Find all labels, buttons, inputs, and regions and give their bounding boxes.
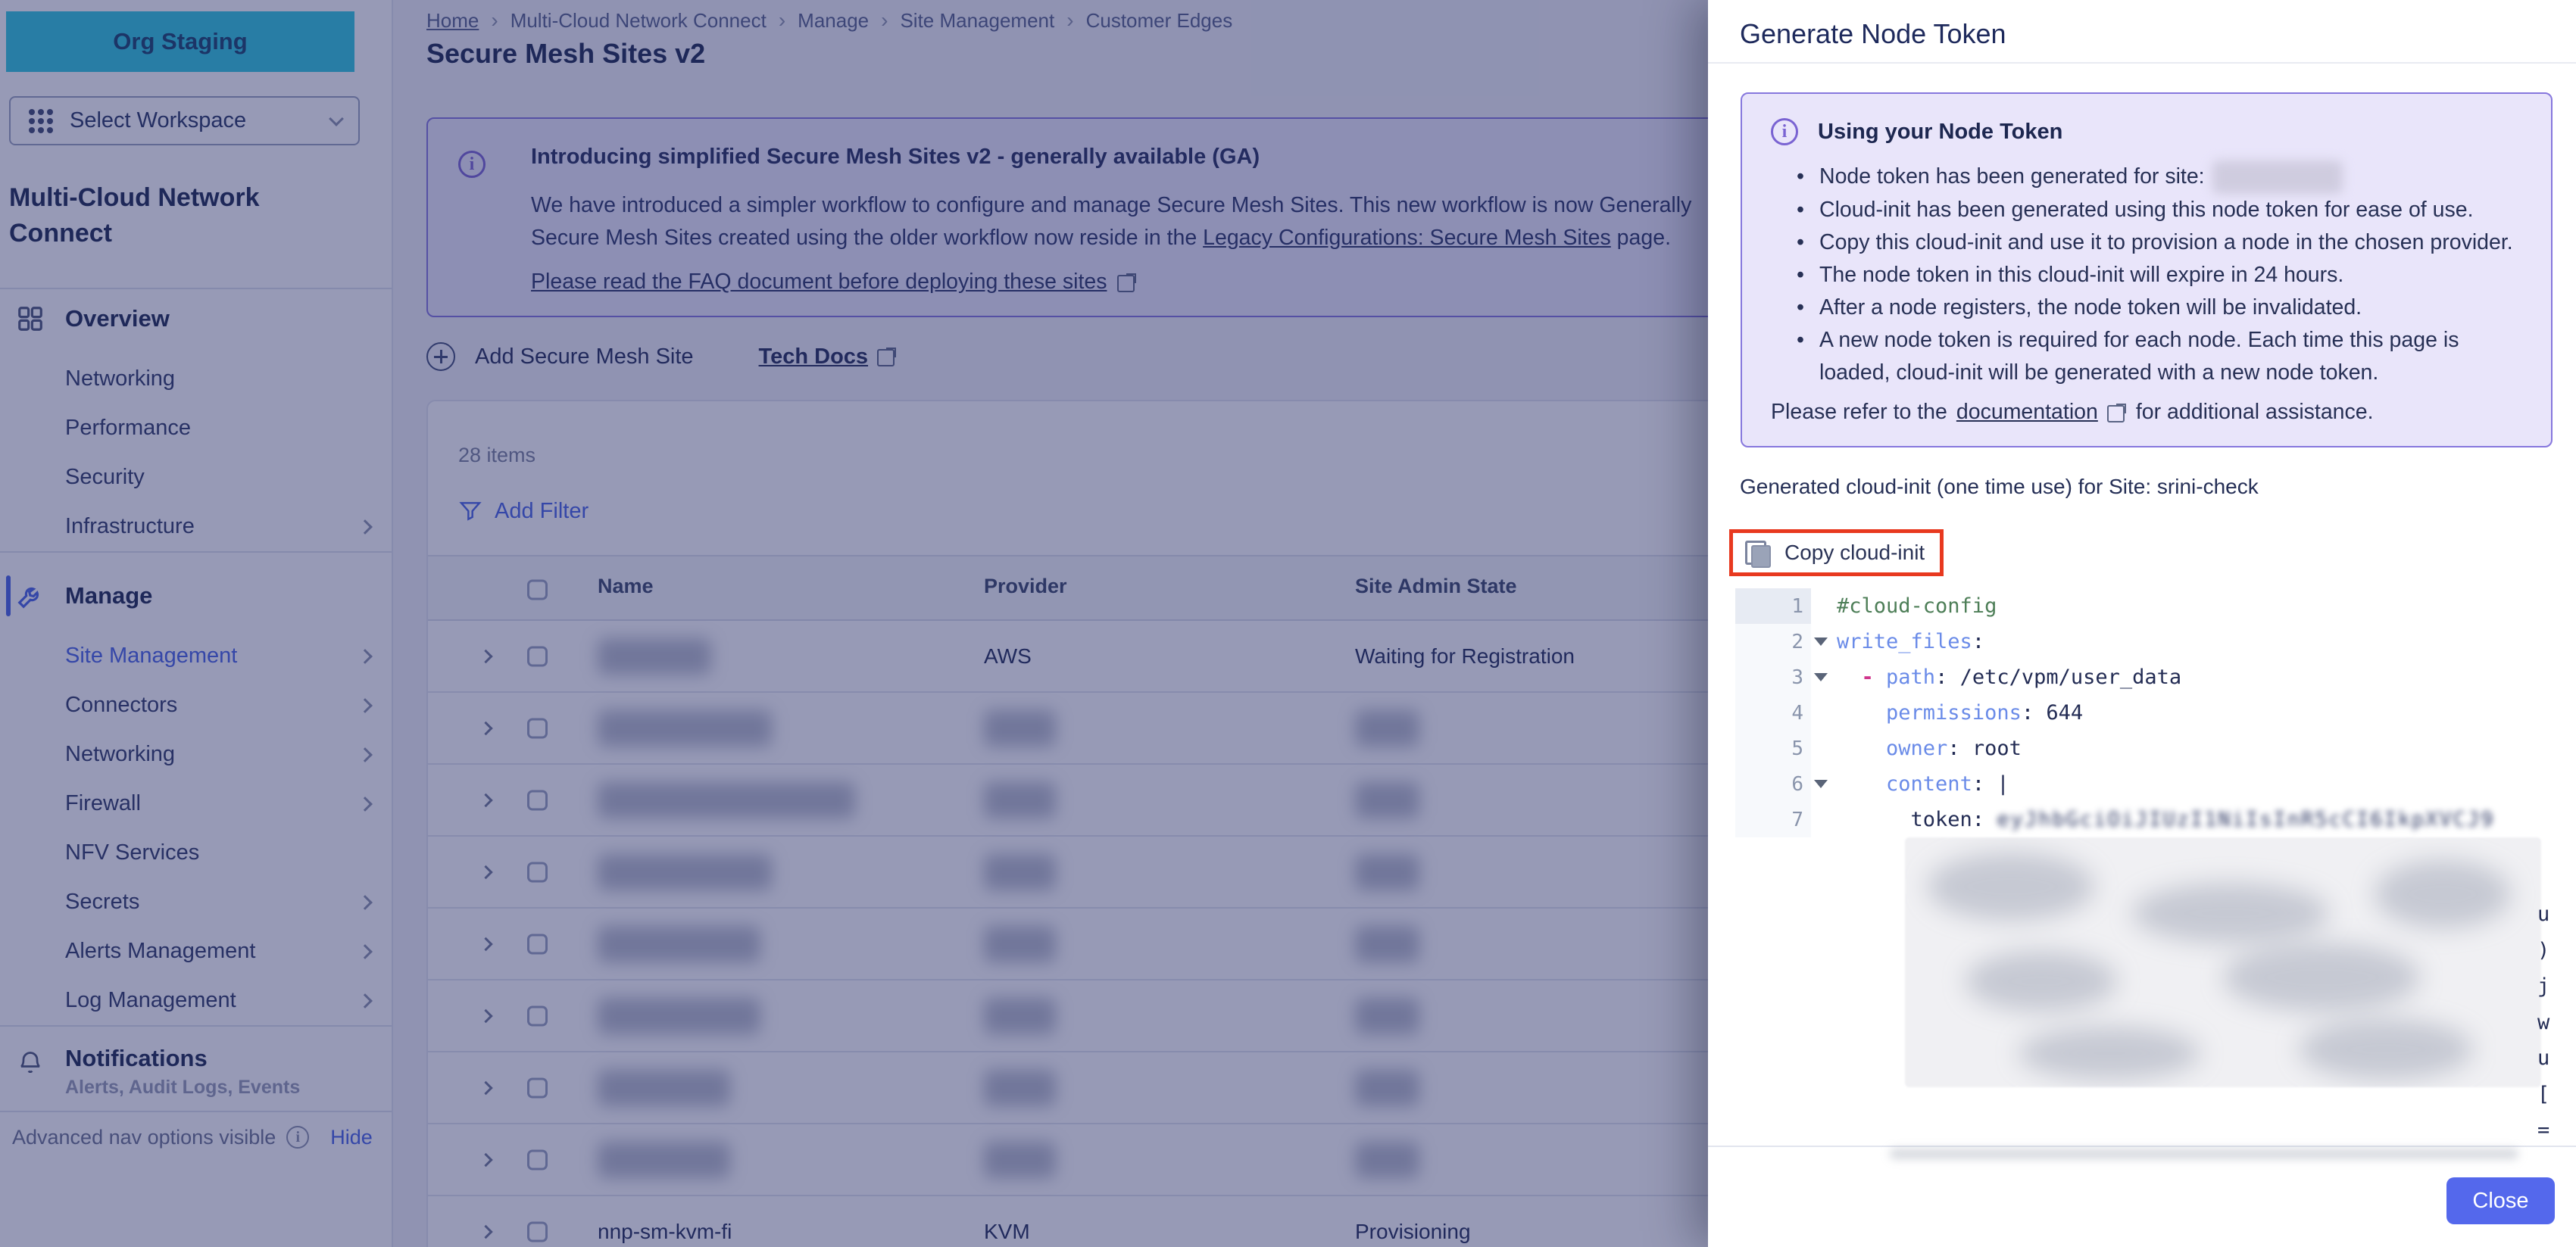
code-line: 7 token: eyJhbGciOiJIUzI1NiIsInR5cCI6Ikp…	[1735, 802, 2576, 837]
bullet-text: The node token in this cloud-init will e…	[1819, 263, 2343, 287]
token-line-ending: =	[2537, 1118, 2549, 1142]
cloud-init-code-block[interactable]: 1#cloud-config2write_files:3 - path: /et…	[1735, 588, 2576, 1087]
annotation-highlight-box: Copy cloud-init	[1729, 529, 1944, 576]
node-token-info-box: i Using your Node Token Node token has b…	[1741, 92, 2553, 447]
code-line: 2write_files:	[1735, 624, 2576, 659]
line-number: 4	[1735, 695, 1811, 731]
code-text: write_files:	[1811, 630, 1984, 653]
redacted-token-text: eyJhbGciOiJIUzI1NiIsInR5cCI6IkpXVCJ9	[1997, 808, 2494, 831]
code-text: #cloud-config	[1811, 594, 1997, 618]
info-box-footer: Please refer to the documentation for ad…	[1771, 400, 2528, 425]
info-bullet: A new node token is required for each no…	[1819, 324, 2528, 389]
generated-cloud-init-label: Generated cloud-init (one time use) for …	[1740, 475, 2576, 499]
divider	[1708, 1146, 2576, 1147]
bullet-text: A new node token is required for each no…	[1819, 328, 2459, 385]
app-screen: Org Staging Select Workspace Multi-Cloud…	[0, 0, 2576, 1247]
redacted-token-block	[1905, 837, 2541, 1087]
info-bullet: Copy this cloud-init and use it to provi…	[1819, 226, 2528, 259]
bullet-text: After a node registers, the node token w…	[1819, 295, 2362, 320]
close-button[interactable]: Close	[2446, 1177, 2555, 1224]
token-line-ending: j	[2537, 974, 2549, 998]
fold-caret-icon[interactable]	[1814, 780, 1828, 788]
line-number: 7	[1735, 802, 1811, 837]
code-text: content: |	[1811, 772, 2009, 796]
fold-caret-icon[interactable]	[1814, 638, 1828, 646]
info-bullet: After a node registers, the node token w…	[1819, 291, 2528, 324]
copy-icon	[1744, 539, 1771, 566]
redacted-code-remnant	[1890, 1149, 2518, 1159]
token-line-ending: )	[2537, 939, 2549, 962]
line-number: 2	[1735, 624, 1811, 659]
token-line-ending: [	[2537, 1083, 2549, 1106]
line-number: 5	[1735, 731, 1811, 766]
line-number: 6	[1735, 766, 1811, 802]
fold-caret-icon[interactable]	[1814, 673, 1828, 681]
generate-node-token-modal: Generate Node Token i Using your Node To…	[1708, 0, 2576, 1247]
info-bullet: The node token in this cloud-init will e…	[1819, 259, 2528, 291]
documentation-link[interactable]: documentation	[1956, 400, 2098, 425]
line-number: 3	[1735, 659, 1811, 695]
code-line: 6 content: |	[1735, 766, 2576, 802]
copy-cloud-init-button[interactable]: Copy cloud-init	[1744, 539, 1925, 566]
token-line-ending: u	[2537, 903, 2549, 926]
bullet-text: Copy this cloud-init and use it to provi…	[1819, 230, 2513, 254]
code-text: - path: /etc/vpm/user_data	[1811, 666, 2181, 689]
code-line: 1#cloud-config	[1735, 588, 2576, 624]
bullet-text: Node token has been generated for site:	[1819, 164, 2205, 189]
code-line: 4 permissions: 644	[1735, 695, 2576, 731]
bullet-text: Cloud-init has been generated using this…	[1819, 198, 2474, 222]
divider	[1708, 62, 2576, 64]
info-bullet: Cloud-init has been generated using this…	[1819, 194, 2528, 226]
redacted-site-name	[2212, 161, 2343, 194]
info-bullet: Node token has been generated for site:	[1819, 161, 2528, 194]
external-link-icon	[2107, 403, 2127, 422]
token-line-ending: u	[2537, 1046, 2549, 1070]
code-text: owner: root	[1811, 737, 2022, 760]
code-text: permissions: 644	[1811, 701, 2083, 725]
token-line-ending: w	[2537, 1011, 2549, 1034]
info-icon: i	[1771, 118, 1798, 145]
code-line: 3 - path: /etc/vpm/user_data	[1735, 659, 2576, 695]
code-line: 5 owner: root	[1735, 731, 2576, 766]
modal-title: Generate Node Token	[1708, 0, 2576, 62]
line-number: 1	[1735, 588, 1811, 624]
info-box-title: Using your Node Token	[1818, 120, 2062, 145]
code-text: token: eyJhbGciOiJIUzI1NiIsInR5cCI6IkpXV…	[1811, 808, 2495, 831]
